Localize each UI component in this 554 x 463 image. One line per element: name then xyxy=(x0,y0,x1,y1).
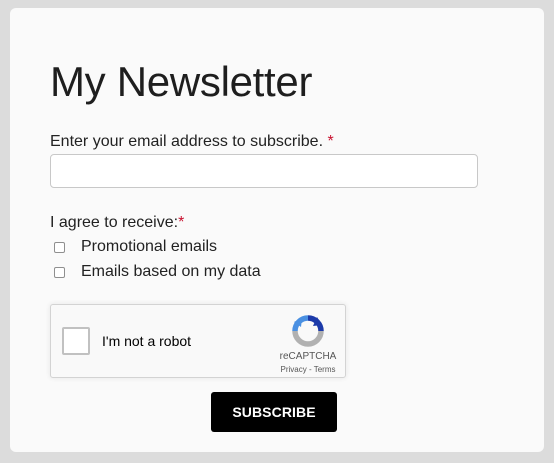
recaptcha-logo-arc-gray xyxy=(292,330,324,347)
required-marker: * xyxy=(178,214,185,231)
subscribe-button[interactable]: SUBSCRIBE xyxy=(211,392,337,432)
promotional-emails-checkbox[interactable] xyxy=(54,241,65,253)
recaptcha-link-separator: - xyxy=(306,365,314,374)
email-label-text: Enter your email address to subscribe. xyxy=(50,133,324,150)
recaptcha-checkbox[interactable] xyxy=(62,327,90,355)
recaptcha-links: Privacy - Terms xyxy=(273,365,343,375)
recaptcha-widget: I'm not a robot reCAPTCHA Privacy - Term… xyxy=(50,304,346,378)
recaptcha-label: I'm not a robot xyxy=(102,333,192,349)
recaptcha-terms-link[interactable]: Terms xyxy=(314,365,336,374)
option-emails-based-on-data[interactable]: Emails based on my data xyxy=(54,262,261,282)
page-title: My Newsletter xyxy=(50,58,313,105)
agree-label: I agree to receive:* xyxy=(50,213,184,233)
email-label: Enter your email address to subscribe. * xyxy=(50,132,334,152)
option-promotional-emails[interactable]: Promotional emails xyxy=(54,237,217,257)
agree-label-text: I agree to receive: xyxy=(50,214,179,231)
email-input[interactable] xyxy=(50,154,478,188)
emails-based-on-data-label: Emails based on my data xyxy=(81,263,261,280)
required-marker: * xyxy=(327,133,334,150)
promotional-emails-label: Promotional emails xyxy=(81,238,218,255)
recaptcha-brand: reCAPTCHA xyxy=(279,351,337,362)
recaptcha-privacy-link[interactable]: Privacy xyxy=(281,365,307,374)
emails-based-on-data-checkbox[interactable] xyxy=(54,266,65,278)
newsletter-card: My Newsletter Enter your email address t… xyxy=(10,8,544,452)
recaptcha-logo-icon xyxy=(292,315,324,347)
